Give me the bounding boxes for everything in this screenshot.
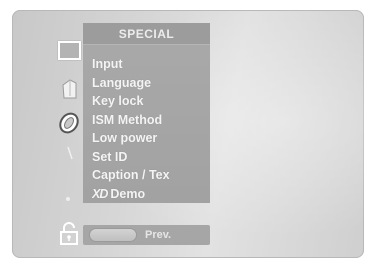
- menu-title-bar: SPECIAL: [83, 23, 210, 45]
- menu-item-set-id[interactable]: Set ID: [92, 148, 210, 167]
- menu-item-label: Low power: [92, 131, 158, 145]
- audio-icon[interactable]: [60, 78, 80, 100]
- screen-icon[interactable]: [58, 41, 81, 60]
- menu-item-input[interactable]: Input: [92, 55, 210, 74]
- menu-item-caption-text[interactable]: Caption / Tex: [92, 166, 210, 185]
- special-menu-panel: SPECIAL Input Language Key lock ISM Meth…: [83, 23, 210, 203]
- menu-item-key-lock[interactable]: Key lock: [92, 92, 210, 111]
- menu-list: Input Language Key lock ISM Method Low p…: [83, 45, 210, 203]
- menu-item-label: Language: [92, 75, 152, 90]
- menu-title: SPECIAL: [118, 26, 175, 41]
- xd-logo: XD: [92, 186, 108, 201]
- footer-bar: Prev.: [83, 225, 210, 245]
- special-icon[interactable]: [56, 111, 82, 135]
- time-icon[interactable]: [64, 146, 76, 160]
- lock-icon[interactable]: [59, 222, 79, 246]
- menu-item-ism-method[interactable]: ISM Method: [92, 111, 210, 130]
- menu-item-xd-demo[interactable]: XD Demo: [92, 185, 210, 204]
- menu-item-label: Demo: [110, 186, 146, 201]
- menu-item-label: ISM Method: [92, 112, 163, 127]
- prev-button[interactable]: [89, 228, 137, 242]
- dot-icon[interactable]: [64, 190, 72, 201]
- menu-item-low-power[interactable]: Low power: [92, 129, 210, 148]
- menu-item-language[interactable]: Language: [92, 74, 210, 93]
- menu-item-label: Key lock: [92, 94, 144, 108]
- menu-item-label: Caption / Tex: [92, 168, 170, 182]
- menu-item-label: Set ID: [92, 149, 128, 164]
- prev-label: Prev.: [145, 229, 172, 241]
- menu-item-label: Input: [92, 57, 123, 71]
